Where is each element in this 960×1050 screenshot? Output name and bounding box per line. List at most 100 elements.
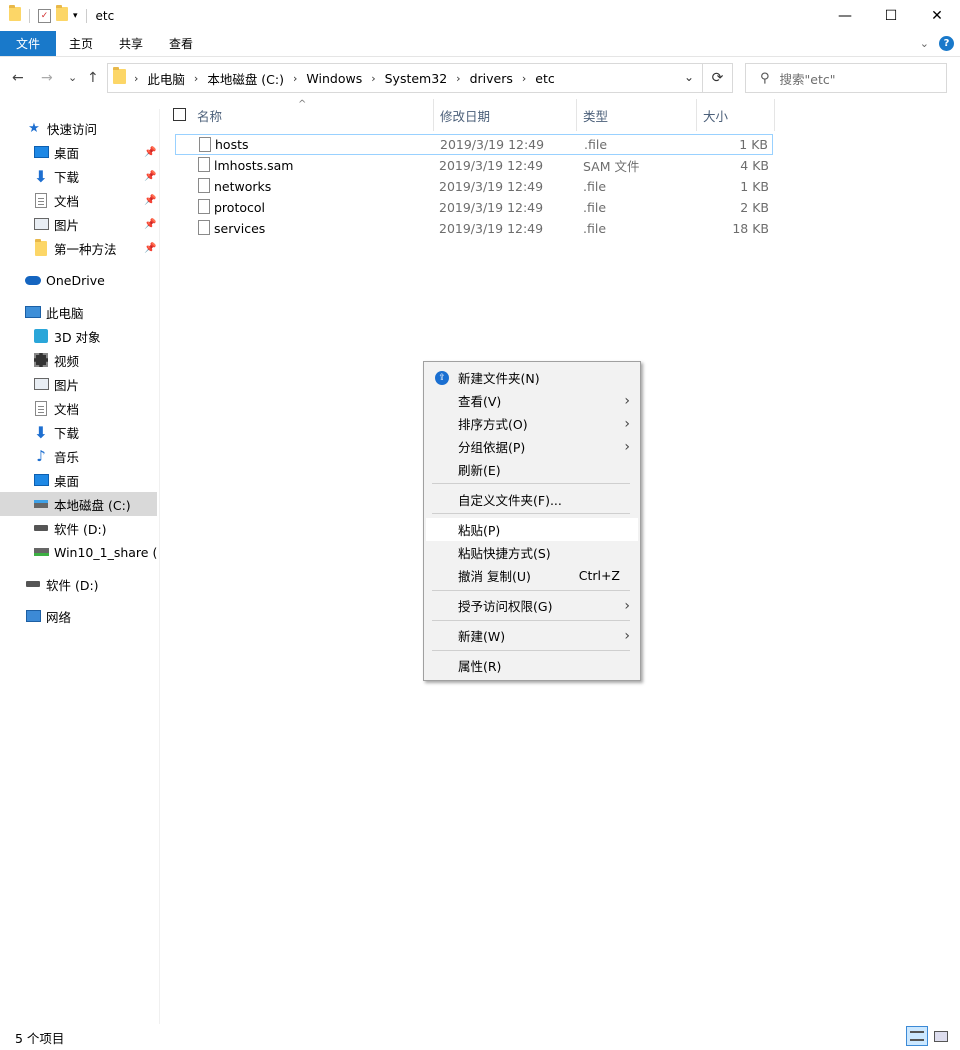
pin-icon[interactable]: 📌 xyxy=(144,147,156,158)
customize-toolbar-icon[interactable]: ▾ xyxy=(73,11,78,21)
sidebar-item-network[interactable]: 网络 xyxy=(0,604,157,628)
chevron-right-icon[interactable]: › xyxy=(134,72,138,85)
file-size: 18 KB xyxy=(732,221,769,236)
menu-item-paste[interactable]: 粘贴(P) xyxy=(426,518,638,541)
sidebar-item-label: 第一种方法 xyxy=(54,241,117,257)
chevron-right-icon[interactable]: › xyxy=(522,72,526,85)
table-row[interactable]: protocol 2019/3/19 12:49 .file 2 KB xyxy=(175,197,773,218)
select-all-checkbox[interactable] xyxy=(173,108,186,121)
details-view-icon[interactable] xyxy=(906,1026,928,1046)
breadcrumb-windows[interactable]: Windows xyxy=(306,71,362,86)
pin-icon[interactable]: 📌 xyxy=(144,195,156,206)
recent-locations-button[interactable]: ⌄ xyxy=(68,71,77,84)
menu-item-give-access[interactable]: 授予访问权限(G) › xyxy=(426,594,638,617)
sidebar-item-3d-objects[interactable]: 3D 对象 xyxy=(0,324,157,348)
chevron-right-icon[interactable]: › xyxy=(293,72,297,85)
maximize-button[interactable]: ☐ xyxy=(868,0,914,31)
back-button[interactable]: ← xyxy=(12,70,24,86)
search-input[interactable]: ⚲ 搜索"etc" xyxy=(745,63,947,93)
menu-item-label: 新建(W) xyxy=(458,629,506,644)
sidebar-item-label: 下载 xyxy=(54,425,80,441)
sidebar-item-first-method[interactable]: 第一种方法 📌 xyxy=(0,236,157,260)
sidebar-item-videos[interactable]: 视频 xyxy=(0,348,157,372)
breadcrumb-local-disk[interactable]: 本地磁盘 (C:) xyxy=(207,69,284,88)
menu-item-refresh[interactable]: 刷新(E) xyxy=(426,458,638,481)
menu-item-new-folder[interactable]: ⇪ 新建文件夹(N) xyxy=(426,366,638,389)
pin-icon[interactable]: 📌 xyxy=(144,243,156,254)
sidebar-item-label: 本地磁盘 (C:) xyxy=(54,497,131,513)
sidebar-item-this-pc[interactable]: 此电脑 xyxy=(0,300,157,324)
sidebar-item-documents-pc[interactable]: 文档 xyxy=(0,396,157,420)
column-header-date[interactable]: 修改日期 xyxy=(434,99,577,131)
address-bar[interactable]: › 此电脑 › 本地磁盘 (C:) › Windows › System32 ›… xyxy=(107,63,703,93)
tab-share[interactable]: 共享 xyxy=(106,31,156,56)
chevron-right-icon[interactable]: › xyxy=(194,72,198,85)
pin-icon[interactable]: 📌 xyxy=(144,171,156,182)
chevron-down-icon[interactable]: ⌄ xyxy=(684,70,694,84)
breadcrumb-drivers[interactable]: drivers xyxy=(470,71,513,86)
breadcrumb-this-pc[interactable]: 此电脑 xyxy=(147,69,185,88)
tab-home[interactable]: 主页 xyxy=(56,31,106,56)
sidebar-item-software-d[interactable]: 软件 (D:) xyxy=(0,516,157,540)
close-button[interactable]: ✕ xyxy=(914,0,960,31)
sidebar-item-desktop[interactable]: 桌面 📌 xyxy=(0,140,157,164)
sidebar-item-onedrive[interactable]: OneDrive xyxy=(0,268,157,292)
file-type: .file xyxy=(583,179,607,194)
menu-item-new[interactable]: 新建(W) › xyxy=(426,624,638,647)
menu-item-view[interactable]: 查看(V) › xyxy=(426,389,638,412)
folder-icon xyxy=(113,67,126,87)
table-row[interactable]: networks 2019/3/19 12:49 .file 1 KB xyxy=(175,176,773,197)
file-date: 2019/3/19 12:49 xyxy=(439,200,544,215)
table-row[interactable]: hosts 2019/3/19 12:49 .file 1 KB xyxy=(175,134,773,155)
sidebar-item-music[interactable]: ♪ 音乐 xyxy=(0,444,157,468)
minimize-button[interactable]: — xyxy=(822,0,868,31)
table-row[interactable]: lmhosts.sam 2019/3/19 12:49 SAM 文件 4 KB xyxy=(175,155,773,176)
tab-view[interactable]: 查看 xyxy=(156,31,206,56)
breadcrumb-system32[interactable]: System32 xyxy=(385,71,448,86)
menu-item-group-by[interactable]: 分组依据(P) › xyxy=(426,435,638,458)
menu-item-sort-by[interactable]: 排序方式(O) › xyxy=(426,412,638,435)
sidebar-item-downloads[interactable]: ⬇ 下载 📌 xyxy=(0,164,157,188)
sidebar-item-label: 桌面 xyxy=(54,145,80,161)
menu-item-undo-copy[interactable]: 撤消 复制(U) Ctrl+Z xyxy=(426,564,638,587)
sidebar-item-documents[interactable]: 文档 📌 xyxy=(0,188,157,212)
sidebar-item-label: 软件 (D:) xyxy=(54,521,107,537)
menu-item-label: 撤消 复制(U) xyxy=(458,569,531,584)
new-folder-icon[interactable] xyxy=(56,5,68,24)
sidebar-item-local-disk-c[interactable]: 本地磁盘 (C:) xyxy=(0,492,157,516)
help-icon[interactable]: ? xyxy=(939,36,954,51)
sidebar-item-software-d-root[interactable]: 软件 (D:) xyxy=(0,572,157,596)
sidebar-item-label: 视频 xyxy=(54,353,80,369)
sidebar-item-quick-access[interactable]: ★ 快速访问 xyxy=(0,116,157,140)
properties-icon[interactable]: ✓ xyxy=(38,8,51,23)
sidebar-item-network-share[interactable]: Win10_1_share (\\ xyxy=(0,540,157,564)
pin-icon[interactable]: 📌 xyxy=(144,219,156,230)
network-icon xyxy=(25,608,41,624)
breadcrumb-etc[interactable]: etc xyxy=(535,71,554,86)
sidebar-item-label: 文档 xyxy=(54,193,80,209)
sidebar-item-pictures[interactable]: 图片 📌 xyxy=(0,212,157,236)
toolbar-divider xyxy=(29,8,30,23)
menu-item-properties[interactable]: 属性(R) xyxy=(426,654,638,677)
menu-item-paste-shortcut[interactable]: 粘贴快捷方式(S) xyxy=(426,541,638,564)
download-icon: ⬇ xyxy=(34,166,48,186)
column-header-name[interactable]: 名称 xyxy=(191,99,434,131)
table-row[interactable]: services 2019/3/19 12:49 .file 18 KB xyxy=(175,218,773,239)
tab-file[interactable]: 文件 xyxy=(0,31,56,56)
sidebar-item-pictures-pc[interactable]: 图片 xyxy=(0,372,157,396)
refresh-button[interactable]: ⟳ xyxy=(703,63,733,93)
chevron-right-icon[interactable]: › xyxy=(456,72,460,85)
menu-item-customize-folder[interactable]: 自定义文件夹(F)... xyxy=(426,488,638,511)
sidebar-item-desktop-pc[interactable]: 桌面 xyxy=(0,468,157,492)
up-button[interactable]: ↑ xyxy=(87,70,99,86)
sidebar-item-downloads-pc[interactable]: ⬇ 下载 xyxy=(0,420,157,444)
column-header-size[interactable]: 大小 xyxy=(697,99,775,131)
column-header-type[interactable]: 类型 xyxy=(577,99,697,131)
forward-button[interactable]: → xyxy=(41,70,53,86)
drive-icon xyxy=(25,576,41,592)
large-icons-view-icon[interactable] xyxy=(930,1026,952,1046)
sidebar-item-label: 下载 xyxy=(54,169,80,185)
file-type: .file xyxy=(583,200,607,215)
chevron-right-icon[interactable]: › xyxy=(371,72,375,85)
expand-ribbon-icon[interactable]: ⌄ xyxy=(920,37,929,50)
